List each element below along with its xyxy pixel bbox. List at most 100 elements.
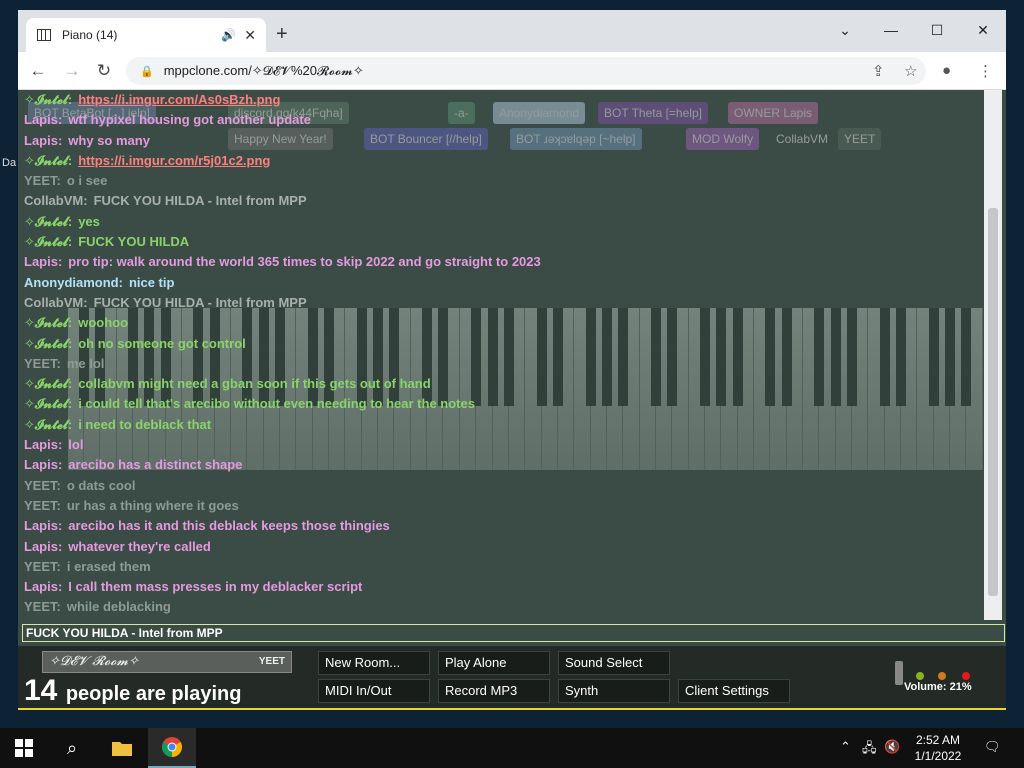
people-playing: 14 people are playing: [24, 674, 241, 708]
forward-button[interactable]: →: [60, 60, 84, 82]
chat-message: ✧𝓘𝓷𝓽𝓮𝓵: i could tell that's arecibo witho…: [24, 394, 984, 414]
tab-search-icon[interactable]: ⌄: [830, 18, 860, 42]
windows-start-icon[interactable]: [0, 728, 48, 768]
chat-text: pro tip: walk around the world 365 times…: [68, 254, 541, 270]
volume-muted-icon[interactable]: 🔇: [884, 739, 900, 755]
tray-chevron-icon[interactable]: ⌃: [840, 739, 851, 755]
close-window-button[interactable]: ✕: [968, 18, 998, 42]
chat-text: I call them mass presses in my deblacker…: [68, 579, 363, 595]
browser-tab[interactable]: Piano (14) 🔊 ✕: [26, 18, 266, 52]
reload-button[interactable]: ↻: [92, 60, 116, 82]
chat-author[interactable]: ✧𝓘𝓷𝓽𝓮𝓵:: [24, 396, 72, 411]
chat-author[interactable]: Anonydiamond:: [24, 275, 123, 290]
midi-button[interactable]: MIDI In/Out: [318, 679, 430, 703]
chrome-taskbar-icon[interactable]: [148, 728, 196, 768]
chat-input[interactable]: FUCK YOU HILDA - Intel from MPP: [22, 624, 1005, 642]
browser-toolbar: ← → ↻ 🔒 mppclone.com/✧𝓓𝓔𝓥%20𝓡𝓸𝓸𝓶✧ ⇪ ☆ ● …: [18, 52, 1006, 90]
chat-author[interactable]: YEET:: [24, 559, 61, 574]
search-icon[interactable]: ⌕: [48, 728, 96, 768]
chat-author[interactable]: ✧𝓘𝓷𝓽𝓮𝓵:: [24, 234, 72, 249]
chat-text: whatever they're called: [68, 538, 211, 554]
chat-author[interactable]: ✧𝓘𝓷𝓽𝓮𝓵:: [24, 417, 72, 432]
speaker-icon[interactable]: 🔊: [221, 28, 236, 42]
chat-text: o dats cool: [66, 477, 136, 493]
bookmark-star-icon[interactable]: ☆: [904, 62, 917, 80]
taskbar: ⌕ ⌃ 🖧 🔇 2:52 AM 1/1/2022 🗨: [0, 728, 1024, 768]
chat-author[interactable]: Lapis:: [24, 579, 62, 594]
network-icon[interactable]: 🖧: [862, 739, 877, 761]
profile-avatar-icon[interactable]: ●: [942, 62, 951, 79]
chat-author[interactable]: Lapis:: [24, 518, 62, 533]
synth-button[interactable]: Synth: [558, 679, 670, 703]
control-panel: ✧𝓓𝓔𝓥 𝓡𝓸𝓸𝓶✧ YEET 14 people are playing Ne…: [18, 646, 1006, 710]
notifications-icon[interactable]: 🗨: [984, 739, 1001, 755]
chat-author[interactable]: YEET:: [24, 356, 61, 371]
url-text[interactable]: mppclone.com/✧𝓓𝓔𝓥%20𝓡𝓸𝓸𝓶✧: [164, 63, 364, 79]
new-room-button[interactable]: New Room...: [318, 651, 430, 675]
chat-author[interactable]: ✧𝓘𝓷𝓽𝓮𝓵:: [24, 376, 72, 391]
chat-author[interactable]: ✧𝓘𝓷𝓽𝓮𝓵:: [24, 214, 72, 229]
chat-message: ✧𝓘𝓷𝓽𝓮𝓵: oh no someone got control: [24, 334, 984, 354]
lock-icon[interactable]: 🔒: [140, 65, 154, 78]
close-tab-icon[interactable]: ✕: [244, 27, 256, 44]
chat-scrollbar[interactable]: [984, 90, 1002, 620]
chat-author[interactable]: ✧𝓘𝓷𝓽𝓮𝓵:: [24, 315, 72, 330]
taskbar-clock[interactable]: 2:52 AM 1/1/2022: [908, 732, 968, 764]
chat-author[interactable]: CollabVM:: [24, 295, 88, 310]
chat-text: i erased them: [66, 558, 151, 574]
chat-author[interactable]: Lapis:: [24, 539, 62, 554]
share-icon[interactable]: ⇪: [872, 62, 885, 80]
chat-author[interactable]: YEET:: [24, 173, 61, 188]
chat-author[interactable]: YEET:: [24, 498, 61, 513]
sound-select-button[interactable]: Sound Select: [558, 651, 670, 675]
chat-author[interactable]: ✧𝓘𝓷𝓽𝓮𝓵:: [24, 92, 72, 107]
scrollbar-thumb[interactable]: [988, 208, 998, 596]
chat-text: FUCK YOU HILDA - Intel from MPP: [93, 193, 307, 209]
chat-message: Lapis: arecibo has it and this deblack ke…: [24, 516, 984, 536]
chat-author[interactable]: Lapis:: [24, 437, 62, 452]
chat-author[interactable]: Lapis:: [24, 112, 62, 127]
tab-bar: Piano (14) 🔊 ✕ + ⌄ — ☐ ✕: [18, 10, 1006, 52]
address-bar[interactable]: 🔒 mppclone.com/✧𝓓𝓔𝓥%20𝓡𝓸𝓸𝓶✧: [126, 57, 926, 85]
maximize-button[interactable]: ☐: [922, 18, 952, 42]
status-led-orange: [938, 672, 946, 680]
chat-message: Lapis: pro tip: walk around the world 365…: [24, 252, 984, 272]
chat-text: FUCK YOU HILDA: [78, 234, 190, 250]
chat-author[interactable]: ✧𝓘𝓷𝓽𝓮𝓵:: [24, 336, 72, 351]
chat-message: ✧𝓘𝓷𝓽𝓮𝓵: i need to deblack that: [24, 415, 984, 435]
chat-author[interactable]: ✧𝓘𝓷𝓽𝓮𝓵:: [24, 153, 72, 168]
chat-author[interactable]: Lapis:: [24, 457, 62, 472]
chat-text: collabvm might need a gban soon if this …: [78, 376, 431, 392]
client-settings-button[interactable]: Client Settings: [678, 679, 790, 703]
chat-message: CollabVM: FUCK YOU HILDA - Intel from MPP: [24, 191, 984, 211]
chat-author[interactable]: Lapis:: [24, 133, 62, 148]
menu-kebab-icon[interactable]: ⋮: [978, 62, 993, 80]
chat-author[interactable]: YEET:: [24, 599, 61, 614]
page-bottom-border: [18, 708, 1006, 710]
chat-link[interactable]: https://i.imgur.com/r5j01c2.png: [78, 153, 270, 168]
record-mp3-button[interactable]: Record MP3: [438, 679, 550, 703]
new-tab-button[interactable]: +: [276, 23, 288, 46]
piano-icon: [37, 29, 51, 41]
back-button[interactable]: ←: [26, 60, 50, 82]
chat-message: Lapis: wtf hypixel housing got another up…: [24, 110, 984, 130]
chat-message: Lapis: why so many: [24, 131, 984, 151]
chat-author[interactable]: YEET:: [24, 478, 61, 493]
chat-author[interactable]: Lapis:: [24, 254, 62, 269]
chat-message: YEET: ur has a thing where it goes: [24, 496, 984, 516]
room-selector[interactable]: ✧𝓓𝓔𝓥 𝓡𝓸𝓸𝓶✧ YEET: [42, 651, 292, 673]
chat-author[interactable]: CollabVM:: [24, 193, 88, 208]
volume-label: Volume: 21%: [904, 681, 972, 693]
desktop-icon-label[interactable]: Da: [2, 157, 16, 169]
play-alone-button[interactable]: Play Alone: [438, 651, 550, 675]
chat-message: YEET: while deblacking: [24, 597, 984, 617]
chat-text: wtf hypixel housing got another update: [68, 112, 311, 128]
minimize-button[interactable]: —: [876, 18, 906, 42]
clock-date: 1/1/2022: [914, 749, 962, 763]
chat-link[interactable]: https://i.imgur.com/As0sBzh.png: [78, 92, 280, 107]
volume-slider[interactable]: [895, 661, 903, 685]
chat-text: while deblacking: [66, 599, 171, 615]
chat-message: Lapis: whatever they're called: [24, 537, 984, 557]
chat-message: YEET: o i see: [24, 171, 984, 191]
file-explorer-icon[interactable]: [98, 728, 146, 768]
